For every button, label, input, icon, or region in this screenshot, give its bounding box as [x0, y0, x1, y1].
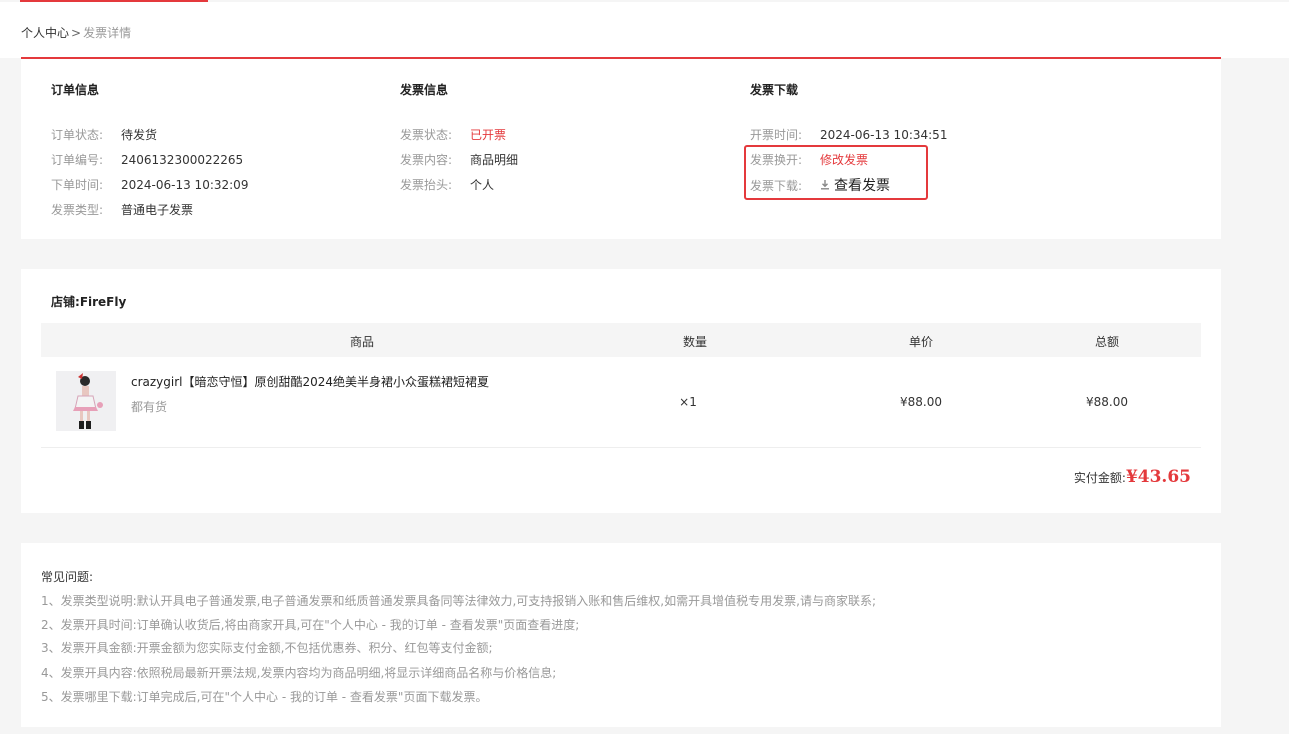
issue-time-value: 2024-06-13 10:34:51: [820, 128, 948, 142]
store-label: 店铺:: [51, 295, 80, 309]
product-stock: 都有货: [131, 400, 168, 414]
invoice-status-value: 已开票: [470, 128, 507, 142]
order-status-value: 待发货: [121, 128, 158, 142]
order-number-row: 订单编号: 2406132300022265: [51, 151, 243, 168]
product-image[interactable]: [56, 371, 116, 431]
faq-item: 2、发票开具时间:订单确认收货后,将由商家开具,可在"个人中心 - 我的订单 -…: [41, 618, 580, 632]
faq-item: 4、发票开具内容:依照税局最新开票法规,发票内容均为商品明细,将显示详细商品名称…: [41, 666, 557, 680]
invoice-type-row: 发票类型: 普通电子发票: [51, 201, 193, 218]
order-time-label: 下单时间:: [51, 178, 104, 192]
payment-amount: ¥43.65: [1125, 467, 1191, 487]
order-status-label: 订单状态:: [51, 128, 104, 142]
product-total: ¥88.00: [1086, 395, 1128, 409]
order-items-card: 店铺:FireFly 商品 数量 单价 总额 crazygirl【暗恋守恒】原创…: [21, 269, 1221, 513]
store-name[interactable]: 店铺:FireFly: [51, 293, 126, 310]
payment-label: 实付金额:: [1073, 471, 1126, 485]
table-header: 商品 数量 单价 总额: [41, 323, 1201, 357]
payment-total: 实付金额:¥43.65: [1074, 467, 1191, 487]
invoice-status-row: 发票状态: 已开票: [400, 126, 506, 143]
header-unit-price: 单价: [908, 335, 934, 349]
invoice-summary-card: 订单信息 订单状态: 待发货 订单编号: 2406132300022265 下单时间…: [21, 59, 1221, 239]
invoice-download-title: 发票下载: [750, 83, 799, 97]
invoice-header-row: 发票抬头: 个人: [400, 176, 494, 193]
issue-time-row: 开票时间: 2024-06-13 10:34:51: [750, 126, 947, 143]
faq-title: 常见问题:: [41, 570, 94, 584]
invoice-header-value: 个人: [470, 178, 495, 192]
product-name[interactable]: crazygirl【暗恋守恒】原创甜酷2024绝美半身裙小众蛋糕裙短裙夏: [131, 373, 489, 390]
product-quantity: ×1: [679, 395, 697, 409]
order-number-value: 2406132300022265: [121, 153, 244, 167]
invoice-content-label: 发票内容:: [400, 153, 453, 167]
breadcrumb: 个人中心 > 发票详情: [21, 24, 131, 41]
header-product: 商品: [349, 335, 375, 349]
header-quantity: 数量: [682, 335, 708, 349]
faq-item: 1、发票类型说明:默认开具电子普通发票,电子普通发票和纸质普通发票具备同等法律效…: [41, 594, 876, 608]
faq-item: 5、发票哪里下载:订单完成后,可在"个人中心 - 我的订单 - 查看发票"页面下…: [41, 690, 488, 704]
order-status-row: 订单状态: 待发货: [51, 126, 157, 143]
invoice-type-label: 发票类型:: [51, 203, 104, 217]
store-name-value: FireFly: [79, 295, 127, 309]
order-time-value: 2024-06-13 10:32:09: [121, 178, 249, 192]
faq-card: 常见问题: 1、发票类型说明:默认开具电子普通发票,电子普通发票和纸质普通发票具…: [21, 543, 1221, 727]
faq-item: 3、发票开具金额:开票金额为您实际支付金额,不包括优惠券、积分、红包等支付金额;: [41, 641, 493, 655]
row-divider: [41, 447, 1201, 448]
invoice-info-title: 发票信息: [400, 83, 449, 97]
breadcrumb-current: 发票详情: [83, 26, 132, 40]
product-unit-price: ¥88.00: [900, 395, 942, 409]
highlight-box: [744, 145, 928, 200]
breadcrumb-separator: >: [71, 26, 82, 40]
breadcrumb-home[interactable]: 个人中心: [21, 26, 69, 40]
invoice-status-label: 发票状态:: [400, 128, 453, 142]
invoice-type-value: 普通电子发票: [121, 203, 194, 217]
issue-time-label: 开票时间:: [750, 128, 803, 142]
invoice-header-label: 发票抬头:: [400, 178, 453, 192]
header-total: 总额: [1094, 335, 1120, 349]
invoice-content-value: 商品明细: [470, 153, 519, 167]
order-number-label: 订单编号:: [51, 153, 104, 167]
breadcrumb-bar: 个人中心 > 发票详情: [0, 2, 1289, 58]
order-info-title: 订单信息: [51, 83, 100, 97]
invoice-content-row: 发票内容: 商品明细: [400, 151, 518, 168]
order-time-row: 下单时间: 2024-06-13 10:32:09: [51, 176, 248, 193]
